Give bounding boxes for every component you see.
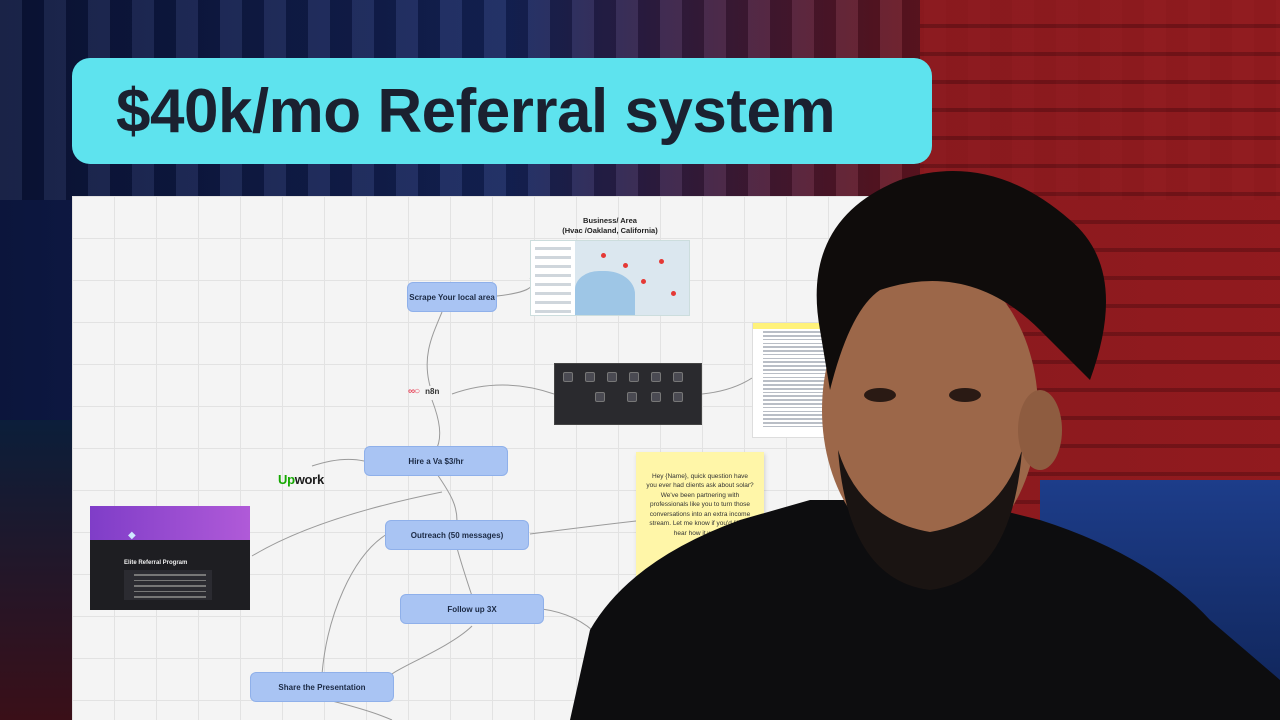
- workflow-node: [595, 392, 605, 402]
- n8n-logo: ∞○ n8n: [408, 386, 439, 397]
- map-results-list: [531, 241, 575, 315]
- node-follow-up[interactable]: Follow up 3X: [400, 594, 544, 624]
- elite-referral-program-card: ◆ Elite Referral Program: [90, 506, 250, 610]
- workflow-node: [607, 372, 617, 382]
- spreadsheet-header: [753, 323, 851, 329]
- whiteboard: Business/ Area (Hvac /Oakland, Californi…: [72, 196, 872, 720]
- background-blue-chair: [1040, 480, 1280, 720]
- map-pin: [659, 259, 664, 264]
- outreach-message-sticky-note: Hey {Name}, quick question have you ever…: [636, 452, 764, 580]
- n8n-logo-icon: ∞○: [408, 386, 420, 397]
- node-label: Scrape Your local area: [409, 292, 495, 302]
- workflow-node: [627, 392, 637, 402]
- spreadsheet-screenshot: [752, 322, 852, 438]
- n8n-workflow-screenshot: [554, 363, 702, 425]
- workflow-node: [673, 392, 683, 402]
- map-bay: [575, 271, 635, 315]
- map-pin: [641, 279, 646, 284]
- node-label: Hire a Va $3/hr: [408, 456, 464, 466]
- node-outreach[interactable]: Outreach (50 messages): [385, 520, 529, 550]
- gem-icon: ◆: [128, 530, 136, 541]
- workflow-node: [629, 372, 639, 382]
- map-pin: [601, 253, 606, 258]
- background-left-seat: [0, 420, 80, 720]
- node-label: Follow up 3X: [447, 604, 497, 614]
- map-screenshot: [530, 240, 690, 316]
- workflow-node: [673, 372, 683, 382]
- title-banner: $40k/mo Referral system: [72, 58, 932, 164]
- elite-card-list: [124, 570, 212, 600]
- workflow-node: [563, 372, 573, 382]
- upwork-logo-up: Up: [278, 472, 295, 487]
- node-label: Share the Presentation: [278, 682, 366, 692]
- map-pin: [623, 263, 628, 268]
- workflow-node: [651, 372, 661, 382]
- upwork-logo-work: work: [294, 472, 324, 487]
- business-area-label: Business/ Area (Hvac /Oakland, Californi…: [540, 216, 680, 236]
- video-title: $40k/mo Referral system: [116, 76, 836, 146]
- map-pin: [671, 291, 676, 296]
- upwork-logo: Upwork: [278, 472, 324, 487]
- node-hire-va[interactable]: Hire a Va $3/hr: [364, 446, 508, 476]
- area-label-line1: Business/ Area: [583, 216, 637, 225]
- node-label: Outreach (50 messages): [410, 530, 504, 540]
- elite-card-title: Elite Referral Program: [124, 560, 188, 566]
- elite-card-banner: ◆: [90, 506, 250, 541]
- sticky-note-text: Hey {Name}, quick question have you ever…: [646, 473, 754, 537]
- n8n-label: n8n: [425, 387, 440, 396]
- node-share-presentation[interactable]: Share the Presentation: [250, 672, 394, 702]
- area-label-line2: (Hvac /Oakland, California): [562, 226, 658, 236]
- workflow-node: [585, 372, 595, 382]
- node-scrape-local-area[interactable]: Scrape Your local area: [407, 282, 497, 312]
- workflow-node: [651, 392, 661, 402]
